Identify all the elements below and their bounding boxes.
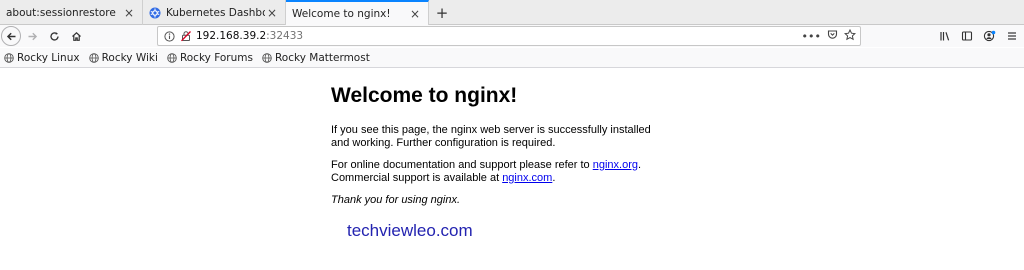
- home-button[interactable]: [65, 25, 87, 47]
- pocket-icon[interactable]: [827, 29, 838, 43]
- commercial-text: Commercial support is available at: [331, 172, 503, 184]
- tab-welcome-nginx[interactable]: Welcome to nginx! ×: [286, 0, 429, 26]
- navigation-bar: 192.168.39.2:32433 •••: [0, 25, 1024, 47]
- url-text: 192.168.39.2:32433: [196, 30, 303, 42]
- account-icon[interactable]: [983, 30, 996, 42]
- url-actions: •••: [802, 28, 857, 44]
- intro-paragraph: If you see this page, the nginx web serv…: [331, 124, 651, 149]
- tab-close-icon[interactable]: ×: [408, 7, 422, 21]
- url-port: :32433: [266, 30, 304, 42]
- commercial-period: .: [552, 172, 556, 184]
- back-arrow-icon: [6, 32, 15, 40]
- nginx-com-link[interactable]: nginx.com: [502, 172, 552, 184]
- nginx-org-link[interactable]: nginx.org: [593, 159, 638, 171]
- hamburger-menu-icon[interactable]: [1006, 30, 1018, 42]
- globe-icon: [167, 52, 177, 63]
- bookmark-label: Rocky Mattermost: [274, 51, 370, 64]
- bookmark-rocky-forums[interactable]: Rocky Forums: [167, 52, 253, 64]
- back-button[interactable]: [1, 26, 21, 46]
- forward-arrow-icon: [28, 32, 37, 40]
- tab-close-icon[interactable]: ×: [265, 6, 279, 20]
- docs-period: .: [637, 159, 642, 171]
- bookmarks-toolbar: Rocky Linux Rocky Wiki Rocky Forums Rock…: [0, 48, 1024, 68]
- bookmark-rocky-wiki[interactable]: Rocky Wiki: [88, 51, 158, 64]
- bookmark-label: Rocky Wiki: [101, 51, 158, 64]
- tab-strip: about:sessionrestore × Kubernetes Dashbo…: [0, 0, 1024, 26]
- kubernetes-icon: [149, 7, 161, 19]
- bookmark-label: Rocky Forums: [179, 51, 253, 64]
- reload-button[interactable]: [43, 25, 65, 47]
- insecure-lock-icon[interactable]: [179, 29, 193, 43]
- tab-label: about:sessionrestore: [6, 6, 116, 19]
- toolbar-right: [939, 25, 1018, 47]
- globe-icon: [88, 52, 99, 63]
- reload-icon: [49, 31, 59, 41]
- bookmark-rocky-mattermost[interactable]: Rocky Mattermost: [262, 52, 370, 64]
- home-icon: [71, 31, 81, 41]
- bookmark-label: Rocky Linux: [17, 51, 80, 64]
- thanks-paragraph: Thank you for using nginx.: [331, 194, 661, 207]
- url-bar[interactable]: 192.168.39.2:32433 •••: [157, 26, 861, 46]
- globe-icon: [262, 52, 272, 63]
- thanks-text: Thank you for using nginx.: [331, 194, 461, 206]
- page-actions-menu-icon[interactable]: •••: [802, 30, 821, 43]
- url-host: 192.168.39.2: [196, 30, 267, 42]
- page-title: Welcome to nginx!: [331, 84, 518, 107]
- watermark: techviewleo.com: [347, 221, 473, 240]
- docs-paragraph: For online documentation and support ple…: [331, 159, 661, 185]
- bookmark-rocky-linux[interactable]: Rocky Linux: [4, 52, 80, 64]
- tab-sessionrestore[interactable]: about:sessionrestore ×: [0, 0, 143, 25]
- library-icon[interactable]: [939, 30, 951, 42]
- bookmark-star-icon[interactable]: [843, 28, 857, 44]
- tab-label: Welcome to nginx!: [292, 8, 391, 20]
- globe-icon: [4, 52, 14, 63]
- nginx-welcome-page: Welcome to nginx! If you see this page, …: [331, 84, 661, 216]
- docs-text: For online documentation and support ple…: [331, 159, 593, 171]
- tab-label: Kubernetes Dashboard: [166, 6, 265, 19]
- sidebar-icon[interactable]: [961, 30, 973, 42]
- tab-close-icon[interactable]: ×: [122, 6, 136, 20]
- forward-button[interactable]: [21, 25, 43, 47]
- page-viewport: Welcome to nginx! If you see this page, …: [0, 69, 1024, 270]
- tab-kubernetes-dashboard[interactable]: Kubernetes Dashboard ×: [143, 0, 286, 25]
- new-tab-button[interactable]: +: [429, 0, 455, 25]
- info-icon[interactable]: [162, 29, 176, 43]
